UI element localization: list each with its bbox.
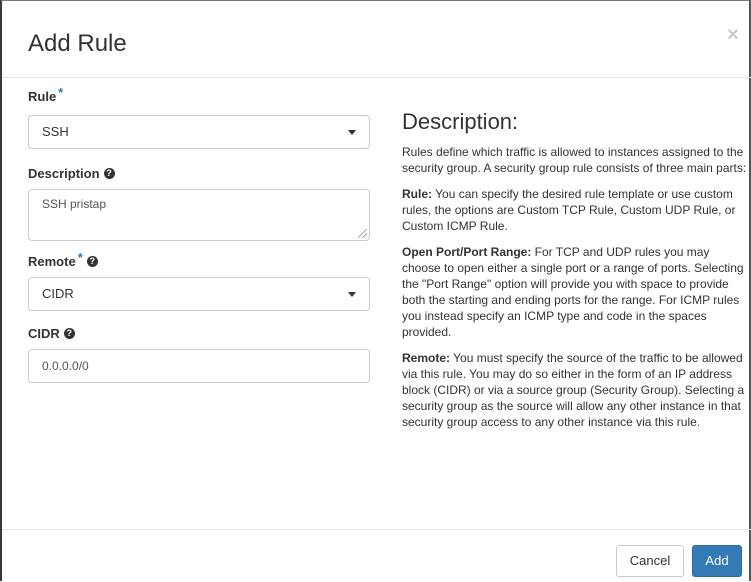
close-icon[interactable]: ×	[727, 25, 745, 45]
description-label-text: Description	[28, 166, 100, 181]
question-circle-icon[interactable]: ?	[86, 256, 98, 268]
add-rule-modal: Add Rule × Rule * SSH Description? SSH pr…	[0, 0, 751, 581]
cidr-label: CIDR?	[28, 326, 75, 342]
question-circle-icon[interactable]: ?	[63, 328, 75, 340]
rule-label-text: Rule	[28, 89, 57, 104]
cidr-value: 0.0.0.0/0	[42, 359, 89, 373]
remote-select[interactable]: CIDR	[28, 277, 370, 311]
help-title: Description:	[402, 109, 519, 134]
resize-handle-icon[interactable]	[358, 229, 367, 238]
remote-label-text: Remote	[28, 254, 76, 269]
help-rule: Rule: You can specify the desired rule t…	[402, 186, 747, 234]
rule-select-value: SSH	[42, 124, 69, 139]
cidr-input[interactable]: 0.0.0.0/0	[28, 349, 370, 383]
remote-label: Remote *?	[28, 250, 98, 270]
cancel-button[interactable]: Cancel	[616, 545, 684, 577]
rule-select[interactable]: SSH	[28, 115, 370, 149]
modal-header: Add Rule ×	[2, 1, 751, 78]
question-circle-icon[interactable]: ?	[103, 168, 115, 180]
help-remote-text: You must specify the source of the traff…	[402, 351, 745, 429]
help-panel: Description: Rules define which traffic …	[402, 109, 747, 440]
help-intro: Rules define which traffic is allowed to…	[402, 145, 747, 175]
required-marker: *	[77, 250, 83, 265]
chevron-down-icon	[348, 292, 356, 297]
remote-select-value: CIDR	[42, 286, 74, 301]
help-remote-heading: Remote:	[402, 351, 451, 365]
description-textarea[interactable]: SSH pristap	[28, 189, 370, 241]
description-label: Description?	[28, 166, 115, 182]
help-port-text: For TCP and UDP rules you may choose to …	[402, 245, 744, 339]
help-port: Open Port/Port Range: For TCP and UDP ru…	[402, 244, 747, 340]
modal-footer: Cancel Add	[2, 529, 751, 582]
modal-title: Add Rule	[28, 30, 127, 57]
help-remote: Remote: You must specify the source of t…	[402, 350, 747, 430]
add-button[interactable]: Add	[692, 545, 742, 577]
cidr-label-text: CIDR	[28, 326, 60, 341]
required-marker: *	[58, 85, 64, 100]
help-port-heading: Open Port/Port Range:	[402, 245, 532, 259]
description-value: SSH pristap	[42, 197, 107, 211]
rule-label: Rule *	[28, 85, 63, 105]
chevron-down-icon	[348, 130, 356, 135]
help-rule-heading: Rule:	[402, 187, 432, 201]
help-rule-text: You can specify the desired rule templat…	[402, 187, 736, 233]
